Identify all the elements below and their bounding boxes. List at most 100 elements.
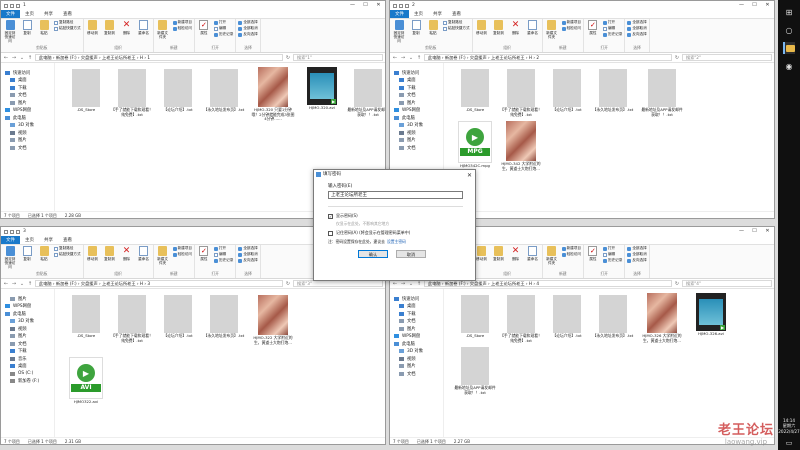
file-item[interactable]: 【永久地址发布页】.txt: [590, 69, 636, 113]
maximize-icon[interactable]: ☐: [748, 227, 761, 236]
delete-button[interactable]: ✕ 删除: [120, 246, 134, 261]
properties-button[interactable]: ✓ 属性: [197, 20, 211, 35]
nav-item[interactable]: 文档: [1, 340, 54, 348]
file-item[interactable]: .DS_Store: [452, 295, 498, 339]
up-icon[interactable]: ↑: [416, 55, 422, 61]
open-button[interactable]: 打开: [602, 246, 622, 251]
save-icon[interactable]: [393, 3, 397, 8]
select-all-button[interactable]: 全部选择: [238, 246, 258, 251]
breadcrumb[interactable]: 此电脑 › 新加卷 (F:) › 灾盘援声 › 上老王论坛所老王 › H › 1: [35, 54, 283, 61]
file-item[interactable]: 【手了就能下载和观看！纯免费】.txt: [109, 69, 155, 117]
rename-button[interactable]: 重命名: [137, 20, 151, 35]
nav-item[interactable]: 视频: [1, 325, 54, 333]
rename-button[interactable]: 重命名: [137, 246, 151, 261]
nav-item[interactable]: 图片: [1, 295, 54, 303]
back-icon[interactable]: ←: [392, 55, 398, 61]
file-item[interactable]: ▶ HJMO-326.avi: [688, 293, 734, 337]
folder-icon[interactable]: [399, 3, 403, 8]
nav-item[interactable]: 快速访问: [390, 69, 443, 77]
folder-icon[interactable]: [10, 229, 14, 234]
file-item[interactable]: 【永久地址发布页】.txt: [590, 295, 636, 339]
nav-item[interactable]: 视频: [1, 129, 54, 137]
file-item[interactable]: 【永久地址发布页】.txt: [201, 295, 247, 339]
tab-0[interactable]: 文件: [390, 10, 409, 18]
minimize-icon[interactable]: —: [346, 1, 359, 10]
minimize-icon[interactable]: —: [735, 227, 748, 236]
rename-button[interactable]: 重命名: [526, 246, 540, 261]
file-item[interactable]: HJMO-342 大学附近的生，黄道士大炮打炮…: [498, 121, 544, 171]
tab-2[interactable]: 共享: [428, 10, 447, 18]
set-master-password-link[interactable]: 设置主密码: [387, 239, 406, 245]
refresh-icon[interactable]: ↻: [285, 281, 291, 287]
breadcrumb[interactable]: 此电脑 › 新加卷 (F:) › 灾盘援声 › 上老王论坛所老王 › H › 4: [424, 280, 672, 287]
pin-quick-access-button[interactable]: 固定到快速访问: [392, 20, 406, 43]
maximize-icon[interactable]: ☐: [359, 1, 372, 10]
back-icon[interactable]: ←: [3, 55, 9, 61]
new-folder-button[interactable]: 新建文件夹: [545, 246, 559, 265]
move-to-button[interactable]: 移动到: [475, 20, 489, 35]
easy-access-button[interactable]: 轻松访问: [561, 252, 581, 257]
edit-button[interactable]: 编辑: [602, 252, 622, 257]
nav-item[interactable]: 视频: [390, 129, 443, 137]
nav-item[interactable]: 此电脑: [1, 114, 54, 122]
dropdown-icon[interactable]: [16, 229, 20, 234]
nav-item[interactable]: 3D 对象: [390, 122, 443, 130]
breadcrumb-item[interactable]: 灾盘援声: [81, 281, 98, 286]
paste-shortcut-button[interactable]: 粘贴快捷方式: [54, 252, 81, 257]
breadcrumb-item[interactable]: 1: [147, 55, 150, 60]
nav-item[interactable]: 桌面: [390, 303, 443, 311]
file-item[interactable]: 最新地址及APP请发邮件获取！！.txt: [639, 69, 685, 117]
windows-start-icon[interactable]: ⊞: [783, 6, 795, 18]
refresh-icon[interactable]: ↻: [674, 281, 680, 287]
nav-item[interactable]: 桌面: [390, 77, 443, 85]
file-item[interactable]: 最新地址及APP请发邮件获取！！.txt: [452, 347, 498, 395]
notification-icon[interactable]: ▭: [786, 439, 793, 447]
new-item-button[interactable]: 新建项目: [172, 20, 192, 25]
new-folder-button[interactable]: 新建文件夹: [545, 20, 559, 39]
file-item[interactable]: HJMO-322 大学附近的生，黄道士大炮打炮…: [250, 295, 296, 345]
paste-button[interactable]: 粘贴: [37, 246, 51, 261]
up-icon[interactable]: ↑: [416, 281, 422, 287]
select-none-button[interactable]: 全部取消: [238, 252, 258, 257]
nav-item[interactable]: 图片: [390, 325, 443, 333]
nav-item[interactable]: 图片: [390, 137, 443, 145]
nav-item[interactable]: WPS网盘: [1, 303, 54, 311]
refresh-icon[interactable]: ↻: [674, 55, 680, 61]
breadcrumb-item[interactable]: 新加卷 (F:): [56, 55, 77, 60]
select-all-button[interactable]: 全部选择: [627, 20, 647, 25]
delete-button[interactable]: ✕ 删除: [120, 20, 134, 35]
chevron-down-icon[interactable]: ⌄: [408, 281, 414, 287]
history-button[interactable]: 历史记录: [602, 258, 622, 263]
new-folder-button[interactable]: 新建文件夹: [156, 20, 170, 39]
nav-item[interactable]: 下载: [1, 84, 54, 92]
new-folder-button[interactable]: 新建文件夹: [156, 246, 170, 265]
easy-access-button[interactable]: 轻松访问: [172, 26, 192, 31]
breadcrumb-item[interactable]: 4: [536, 281, 539, 286]
close-icon[interactable]: ✕: [467, 171, 472, 180]
new-item-button[interactable]: 新建项目: [561, 20, 581, 25]
easy-access-button[interactable]: 轻松访问: [561, 26, 581, 31]
nav-item[interactable]: 3D 对象: [1, 122, 54, 130]
paste-shortcut-button[interactable]: 粘贴快捷方式: [54, 26, 81, 31]
file-item[interactable]: 【论坛介绍】.txt: [544, 69, 590, 113]
tab-1[interactable]: 主页: [20, 10, 39, 18]
tab-1[interactable]: 主页: [409, 10, 428, 18]
nav-item[interactable]: 桌面: [1, 363, 54, 371]
breadcrumb-item[interactable]: 灾盘援声: [470, 281, 487, 286]
breadcrumb-item[interactable]: 2: [536, 55, 539, 60]
properties-button[interactable]: ✓ 属性: [197, 246, 211, 261]
rename-button[interactable]: 重命名: [526, 20, 540, 35]
file-item[interactable]: 【论坛介绍】.txt: [155, 69, 201, 113]
select-none-button[interactable]: 全部取消: [238, 26, 258, 31]
breadcrumb-item[interactable]: 上老王论坛所老王: [491, 281, 525, 286]
invert-selection-button[interactable]: 反向选择: [238, 258, 258, 263]
nav-item[interactable]: 下载: [390, 84, 443, 92]
nav-item[interactable]: WPS网盘: [390, 333, 443, 341]
move-to-button[interactable]: 移动到: [475, 246, 489, 261]
properties-button[interactable]: ✓ 属性: [586, 20, 600, 35]
dropdown-icon[interactable]: [16, 3, 20, 8]
copy-path-button[interactable]: 复制路径: [54, 20, 81, 25]
copy-to-button[interactable]: 复制到: [103, 20, 117, 35]
tab-1[interactable]: 主页: [20, 236, 39, 244]
copy-to-button[interactable]: 复制到: [103, 246, 117, 261]
